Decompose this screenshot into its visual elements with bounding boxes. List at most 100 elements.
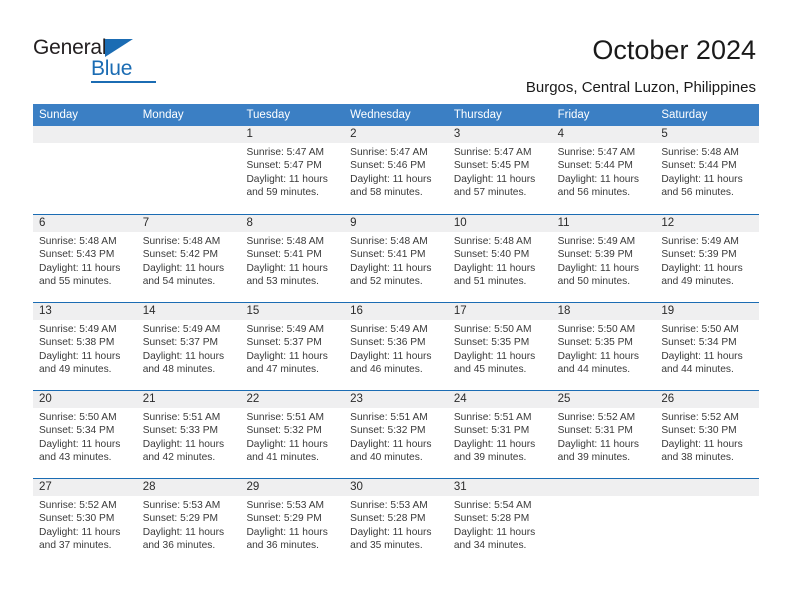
day-sun-info: Sunrise: 5:48 AM Sunset: 5:43 PM Daylight:… <box>39 235 131 289</box>
daylight-text: Daylight: 11 hours and 41 minutes. <box>246 438 328 464</box>
logo-triangle-icon <box>105 39 133 57</box>
day-sun-info: Sunrise: 5:48 AM Sunset: 5:42 PM Daylight:… <box>143 235 235 289</box>
calendar-day-cell[interactable]: 16 Sunrise: 5:49 AM Sunset: 5:36 PM Dayligh… <box>344 303 448 390</box>
day-sun-info: Sunrise: 5:49 AM Sunset: 5:37 PM Daylight:… <box>246 323 338 377</box>
calendar-day-cell[interactable]: 26 Sunrise: 5:52 AM Sunset: 5:30 PM Dayligh… <box>655 391 759 478</box>
day-sun-info: Sunrise: 5:47 AM Sunset: 5:45 PM Daylight:… <box>454 146 546 200</box>
sunrise-text: Sunrise: 5:48 AM <box>39 236 117 247</box>
sunrise-text: Sunrise: 5:49 AM <box>661 236 739 247</box>
sunset-text: Sunset: 5:30 PM <box>39 513 115 525</box>
calendar-day-cell[interactable]: 10 Sunrise: 5:48 AM Sunset: 5:40 PM Dayligh… <box>448 215 552 302</box>
daylight-text: Daylight: 11 hours and 36 minutes. <box>246 526 328 552</box>
week-cells: 6 Sunrise: 5:48 AM Sunset: 5:43 PM Daylight… <box>33 215 759 302</box>
calendar-day-cell[interactable]: 11 Sunrise: 5:49 AM Sunset: 5:39 PM Dayligh… <box>552 215 656 302</box>
weekday-header-sunday: Sunday <box>39 109 79 121</box>
sunrise-text: Sunrise: 5:52 AM <box>39 500 117 511</box>
calendar-day-cell[interactable]: 3 Sunrise: 5:47 AM Sunset: 5:45 PM Daylight… <box>448 126 552 214</box>
sunset-text: Sunset: 5:43 PM <box>39 249 115 261</box>
daylight-text: Daylight: 11 hours and 34 minutes. <box>453 526 536 552</box>
sunrise-text: Sunrise: 5:49 AM <box>246 324 325 335</box>
day-number: 8 <box>246 217 253 229</box>
calendar-day-cell[interactable]: 14 Sunrise: 5:49 AM Sunset: 5:37 PM Dayligh… <box>137 303 241 390</box>
calendar-day-cell[interactable]: 6 Sunrise: 5:48 AM Sunset: 5:43 PM Daylight… <box>33 215 137 302</box>
day-sun-info: Sunrise: 5:48 AM Sunset: 5:41 PM Daylight:… <box>350 235 442 289</box>
daylight-text: Daylight: 11 hours and 36 minutes. <box>142 526 225 552</box>
daylight-text: Daylight: 11 hours and 58 minutes. <box>350 173 432 199</box>
calendar-day-cell[interactable]: 28 Sunrise: 5:53 AM Sunset: 5:29 PM Dayligh… <box>137 479 241 566</box>
sunrise-text: Sunrise: 5:47 AM <box>557 147 636 158</box>
calendar-day-cell[interactable]: 29 Sunrise: 5:53 AM Sunset: 5:29 PM Dayligh… <box>240 479 344 566</box>
day-sun-info: Sunrise: 5:53 AM Sunset: 5:29 PM Daylight:… <box>246 499 338 553</box>
sunrise-text: Sunrise: 5:52 AM <box>557 412 636 423</box>
calendar-day-cell[interactable]: 8 Sunrise: 5:48 AM Sunset: 5:41 PM Daylight… <box>240 215 344 302</box>
calendar-day-cell-empty <box>33 126 137 214</box>
page-header: General Blue October 2024 Burgos, Centra… <box>0 0 792 103</box>
sunrise-text: Sunrise: 5:51 AM <box>246 412 325 423</box>
sunset-text: Sunset: 5:32 PM <box>246 425 322 437</box>
sunset-text: Sunset: 5:32 PM <box>350 425 426 437</box>
sunrise-text: Sunrise: 5:53 AM <box>350 500 428 511</box>
calendar-day-cell[interactable]: 13 Sunrise: 5:49 AM Sunset: 5:38 PM Dayligh… <box>33 303 137 390</box>
day-number: 20 <box>39 393 52 405</box>
sunrise-text: Sunrise: 5:48 AM <box>453 236 532 247</box>
day-number: 6 <box>39 217 46 229</box>
calendar-day-cell[interactable]: 20 Sunrise: 5:50 AM Sunset: 5:34 PM Dayligh… <box>33 391 137 478</box>
calendar-day-cell[interactable]: 22 Sunrise: 5:51 AM Sunset: 5:32 PM Dayligh… <box>240 391 344 478</box>
day-sun-info: Sunrise: 5:50 AM Sunset: 5:35 PM Daylight:… <box>454 323 546 377</box>
calendar-day-cell[interactable]: 9 Sunrise: 5:48 AM Sunset: 5:41 PM Daylight… <box>344 215 448 302</box>
sunset-text: Sunset: 5:39 PM <box>557 249 633 261</box>
daylight-text: Daylight: 11 hours and 57 minutes. <box>453 173 536 199</box>
calendar-day-cell[interactable]: 21 Sunrise: 5:51 AM Sunset: 5:33 PM Dayligh… <box>137 391 241 478</box>
general-blue-logo[interactable]: General Blue <box>33 36 163 83</box>
day-sun-info: Sunrise: 5:49 AM Sunset: 5:38 PM Daylight:… <box>39 323 131 377</box>
calendar-day-cell[interactable]: 31 Sunrise: 5:54 AM Sunset: 5:28 PM Dayligh… <box>448 479 552 566</box>
weekday-header-row: Sunday Monday Tuesday Wednesday Thursday Frid… <box>33 104 759 126</box>
sunrise-text: Sunrise: 5:49 AM <box>350 324 428 335</box>
sunrise-text: Sunrise: 5:48 AM <box>661 147 739 158</box>
daylight-text: Daylight: 11 hours and 56 minutes. <box>557 173 639 199</box>
sunrise-text: Sunrise: 5:48 AM <box>246 236 325 247</box>
calendar-day-cell[interactable]: 2 Sunrise: 5:47 AM Sunset: 5:46 PM Daylight… <box>344 126 448 214</box>
daylight-text: Daylight: 11 hours and 49 minutes. <box>39 350 121 376</box>
day-sun-info: Sunrise: 5:52 AM Sunset: 5:30 PM Daylight:… <box>39 499 131 553</box>
sunrise-text: Sunrise: 5:47 AM <box>246 147 325 158</box>
day-sun-info: Sunrise: 5:48 AM Sunset: 5:44 PM Daylight:… <box>661 146 753 200</box>
day-number: 29 <box>246 481 260 493</box>
day-sun-info: Sunrise: 5:48 AM Sunset: 5:41 PM Daylight:… <box>246 235 338 289</box>
day-number: 25 <box>557 393 571 405</box>
calendar-day-cell[interactable]: 12 Sunrise: 5:49 AM Sunset: 5:39 PM Dayligh… <box>655 215 759 302</box>
day-number: 14 <box>142 305 156 317</box>
calendar-day-cell[interactable]: 4 Sunrise: 5:47 AM Sunset: 5:44 PM Daylight… <box>552 126 656 214</box>
calendar-day-cell[interactable]: 25 Sunrise: 5:52 AM Sunset: 5:31 PM Dayligh… <box>552 391 656 478</box>
day-number: 2 <box>350 128 357 140</box>
sunset-text: Sunset: 5:42 PM <box>142 249 219 261</box>
calendar-day-cell[interactable]: 18 Sunrise: 5:50 AM Sunset: 5:35 PM Dayligh… <box>552 303 656 390</box>
calendar-day-cell[interactable]: 30 Sunrise: 5:53 AM Sunset: 5:28 PM Dayligh… <box>344 479 448 566</box>
daylight-text: Daylight: 11 hours and 46 minutes. <box>350 350 432 376</box>
day-number: 16 <box>350 305 363 317</box>
day-number: 12 <box>661 217 675 229</box>
sunset-text: Sunset: 5:29 PM <box>142 513 219 525</box>
calendar-day-cell[interactable]: 24 Sunrise: 5:51 AM Sunset: 5:31 PM Dayligh… <box>448 391 552 478</box>
sunset-text: Sunset: 5:41 PM <box>246 249 322 261</box>
week-cells: 13 Sunrise: 5:49 AM Sunset: 5:38 PM Dayligh… <box>33 303 759 390</box>
daylight-text: Daylight: 11 hours and 39 minutes. <box>557 438 639 464</box>
sunset-text: Sunset: 5:45 PM <box>453 160 530 172</box>
sunrise-text: Sunrise: 5:53 AM <box>142 500 221 511</box>
calendar-day-cell[interactable]: 7 Sunrise: 5:48 AM Sunset: 5:42 PM Daylight… <box>137 215 241 302</box>
calendar-day-cell[interactable]: 27 Sunrise: 5:52 AM Sunset: 5:30 PM Dayligh… <box>33 479 137 566</box>
sunset-text: Sunset: 5:31 PM <box>453 425 530 437</box>
day-sun-info: Sunrise: 5:52 AM Sunset: 5:31 PM Daylight:… <box>558 411 650 465</box>
calendar-day-cell[interactable]: 5 Sunrise: 5:48 AM Sunset: 5:44 PM Daylight… <box>655 126 759 214</box>
calendar-day-cell[interactable]: 17 Sunrise: 5:50 AM Sunset: 5:35 PM Dayligh… <box>448 303 552 390</box>
calendar-weeks: 1 Sunrise: 5:47 AM Sunset: 5:47 PM Daylight… <box>33 126 759 566</box>
calendar-day-cell[interactable]: 15 Sunrise: 5:49 AM Sunset: 5:37 PM Dayligh… <box>240 303 344 390</box>
day-number: 3 <box>453 128 461 140</box>
calendar-day-cell[interactable]: 19 Sunrise: 5:50 AM Sunset: 5:34 PM Dayligh… <box>655 303 759 390</box>
day-sun-info: Sunrise: 5:50 AM Sunset: 5:34 PM Daylight:… <box>661 323 753 377</box>
page-title: October 2024 <box>592 35 756 65</box>
calendar-day-cell[interactable]: 23 Sunrise: 5:51 AM Sunset: 5:32 PM Dayligh… <box>344 391 448 478</box>
calendar-day-cell[interactable]: 1 Sunrise: 5:47 AM Sunset: 5:47 PM Daylight… <box>240 126 344 214</box>
day-sun-info: Sunrise: 5:50 AM Sunset: 5:34 PM Daylight:… <box>39 411 131 465</box>
day-number: 9 <box>350 217 357 229</box>
